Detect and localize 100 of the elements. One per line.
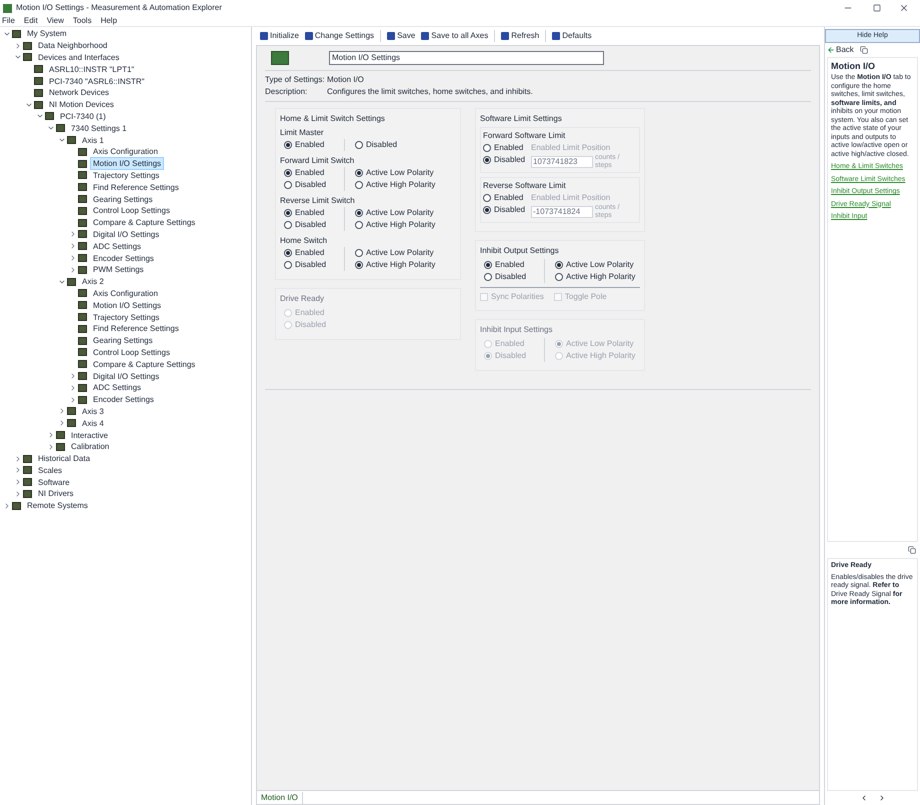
tree-item[interactable]: Motion I/O Settings xyxy=(90,157,164,170)
tree-item[interactable]: NI Motion Devices xyxy=(46,98,117,112)
tree-item[interactable]: Historical Data xyxy=(35,452,94,466)
radio-button[interactable] xyxy=(483,156,491,164)
tree-item[interactable]: Control Loop Settings xyxy=(90,204,173,218)
radio-button[interactable] xyxy=(484,273,492,281)
tree-item[interactable]: 7340 Settings 1 xyxy=(68,122,130,135)
tree-item[interactable]: ADC Settings xyxy=(90,240,144,253)
radio-button[interactable] xyxy=(284,261,292,269)
chevron-right-icon[interactable] xyxy=(14,454,22,463)
chevron-right-icon[interactable] xyxy=(14,42,22,50)
radio-button[interactable] xyxy=(555,261,563,269)
chevron-right-icon[interactable] xyxy=(69,230,77,238)
name-field[interactable]: Motion I/O Settings xyxy=(329,51,604,65)
toolbar-button[interactable]: Defaults xyxy=(552,30,592,42)
tree-item[interactable]: Software xyxy=(35,476,73,489)
menu-item[interactable]: Tools xyxy=(72,15,92,27)
chevron-right-icon[interactable] xyxy=(69,372,77,380)
bottom-tab[interactable]: Motion I/O xyxy=(257,792,303,804)
tree-item[interactable]: Encoder Settings xyxy=(90,252,157,265)
tree-item[interactable]: Encoder Settings xyxy=(90,393,157,406)
chevron-right-icon[interactable] xyxy=(3,502,11,510)
radio-button[interactable] xyxy=(483,144,491,152)
tree-item[interactable]: Gearing Settings xyxy=(90,192,156,206)
chevron-right-icon[interactable] xyxy=(14,490,22,498)
tree-item[interactable]: NI Drivers xyxy=(35,487,77,500)
toolbar-button[interactable]: Initialize xyxy=(260,30,299,42)
tree-item[interactable]: Network Devices xyxy=(46,86,112,100)
radio-button[interactable] xyxy=(355,221,363,229)
chevron-right-icon[interactable] xyxy=(58,419,66,428)
menu-item[interactable]: Help xyxy=(100,15,118,27)
radio-button[interactable] xyxy=(555,273,563,281)
chevron-right-icon[interactable] xyxy=(58,407,66,416)
tree-item[interactable]: Data Neighborhood xyxy=(35,39,110,52)
tree-item[interactable]: Axis 4 xyxy=(79,416,107,430)
radio-button[interactable] xyxy=(355,249,363,257)
chevron-right-icon[interactable] xyxy=(47,430,55,439)
radio-button[interactable] xyxy=(483,194,491,202)
toolbar-button[interactable]: Change Settings xyxy=(304,30,374,42)
tree-item[interactable]: Digital I/O Settings xyxy=(90,228,162,241)
limit-position-field[interactable]: 1073741823 xyxy=(531,156,593,168)
toolbar-button[interactable]: Save to all Axes xyxy=(421,30,488,42)
radio-button[interactable] xyxy=(284,141,292,149)
chevron-right-icon[interactable] xyxy=(69,242,77,250)
menu-item[interactable]: Edit xyxy=(24,15,38,27)
tree-item[interactable]: Axis Configuration xyxy=(90,286,161,300)
tree-item[interactable]: Axis 1 xyxy=(79,134,107,147)
tree-item[interactable]: Gearing Settings xyxy=(90,334,156,348)
tree-item[interactable]: Trajectory Settings xyxy=(90,168,162,182)
radio-button[interactable] xyxy=(355,169,363,177)
toolbar-button[interactable]: Save xyxy=(387,30,416,42)
tree-item[interactable]: ADC Settings xyxy=(90,381,144,394)
tree-item[interactable]: Interactive xyxy=(68,428,111,442)
radio-button[interactable] xyxy=(284,249,292,257)
radio-button[interactable] xyxy=(355,181,363,189)
tree-item[interactable]: Devices and Interfaces xyxy=(35,51,122,64)
tree-item[interactable]: Axis 2 xyxy=(79,275,107,288)
chevron-right-icon[interactable] xyxy=(14,466,22,474)
radio-button[interactable] xyxy=(284,169,292,177)
tree-item[interactable]: Axis Configuration xyxy=(90,145,161,158)
tree-item[interactable]: Compare & Capture Settings xyxy=(90,216,198,230)
menu-item[interactable]: View xyxy=(46,15,64,27)
chevron-right-icon[interactable] xyxy=(69,384,77,392)
radio-button[interactable] xyxy=(284,221,292,229)
tree-item[interactable]: Digital I/O Settings xyxy=(90,370,162,383)
tree-item[interactable]: Control Loop Settings xyxy=(90,346,173,359)
chevron-right-icon[interactable] xyxy=(69,254,77,262)
close-icon[interactable] xyxy=(899,3,909,13)
radio-button[interactable] xyxy=(483,206,491,214)
tree-item[interactable]: Axis 3 xyxy=(79,404,107,418)
radio-button[interactable] xyxy=(355,209,363,217)
radio-button[interactable] xyxy=(355,261,363,269)
tree-item[interactable]: Compare & Capture Settings xyxy=(90,358,198,371)
tree-item[interactable]: Find Reference Settings xyxy=(90,180,182,194)
tree-item[interactable]: Trajectory Settings xyxy=(90,310,162,324)
radio-button[interactable] xyxy=(284,181,292,189)
undock-icon[interactable] xyxy=(908,546,916,554)
tree-item[interactable]: Motion I/O Settings xyxy=(90,298,164,312)
tree-item[interactable]: My System xyxy=(24,27,70,40)
tree-item[interactable]: PCI-7340 "ASRL6::INSTR" xyxy=(46,74,148,88)
tree-item[interactable]: Scales xyxy=(35,464,66,477)
back-button[interactable]: Back xyxy=(827,44,854,56)
tree-item[interactable]: Find Reference Settings xyxy=(90,322,182,336)
tree-item[interactable]: PWM Settings xyxy=(90,263,147,276)
tree-item[interactable]: Calibration xyxy=(68,440,112,454)
menu-item[interactable]: File xyxy=(2,15,15,27)
chevron-right-icon[interactable] xyxy=(14,478,22,486)
chevron-right-icon[interactable] xyxy=(69,266,77,274)
radio-button[interactable] xyxy=(355,141,363,149)
radio-button[interactable] xyxy=(284,209,292,217)
toolbar-button[interactable]: Refresh xyxy=(501,30,540,42)
chevron-right-icon[interactable] xyxy=(47,442,55,451)
radio-button[interactable] xyxy=(484,261,492,269)
chevron-right-icon[interactable] xyxy=(69,396,77,404)
undock-icon[interactable] xyxy=(860,46,868,54)
tree-item[interactable]: PCI-7340 (1) xyxy=(57,110,109,123)
tree-item[interactable]: ASRL10::INSTR "LPT1" xyxy=(46,62,138,76)
limit-position-field[interactable]: -1073741824 xyxy=(531,206,593,218)
tree-item[interactable]: Remote Systems xyxy=(24,499,91,512)
maximize-icon[interactable] xyxy=(873,4,881,12)
